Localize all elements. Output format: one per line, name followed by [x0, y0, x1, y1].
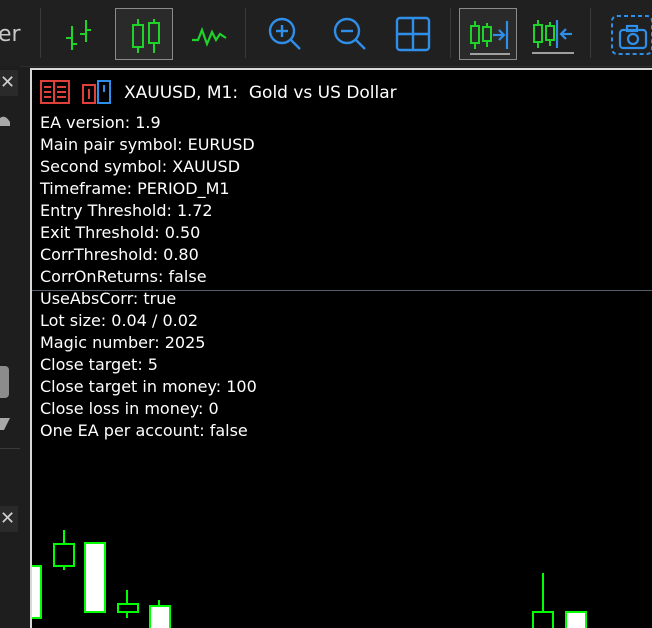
chart-shift-icon	[532, 20, 574, 54]
price-candles	[32, 530, 587, 628]
panel-divider	[0, 448, 20, 449]
candle	[532, 611, 554, 628]
chart-toolbar: er	[0, 0, 652, 67]
candle	[149, 605, 171, 628]
toolbar-separator	[450, 8, 451, 58]
close-panel-button[interactable]: ✕	[0, 506, 18, 532]
auto-scroll-icon	[470, 21, 510, 55]
scroll-up-icon[interactable]	[0, 114, 14, 128]
candlestick-chart-button[interactable]	[115, 8, 173, 60]
zoom-in-button[interactable]	[255, 8, 313, 60]
candle	[117, 603, 139, 613]
screenshot-button[interactable]	[600, 8, 652, 60]
close-panel-button[interactable]: ✕	[0, 70, 18, 96]
close-icon: ✕	[0, 72, 16, 93]
candle	[53, 543, 75, 567]
toolbar-cut-label: er	[0, 22, 21, 47]
line-chart-button[interactable]	[180, 8, 238, 60]
chart-window[interactable]: XAUUSD, M1: Gold vs US Dollar EA version…	[30, 68, 652, 628]
tile-windows-icon	[395, 16, 431, 52]
side-panel: ✕ ✕	[0, 66, 20, 628]
bar-chart-button[interactable]	[52, 8, 110, 60]
candle	[565, 611, 587, 628]
zoom-out-button[interactable]	[320, 8, 378, 60]
zoom-out-icon	[333, 17, 366, 50]
screenshot-icon	[611, 15, 652, 55]
candle	[84, 542, 106, 613]
scroll-down-icon[interactable]	[0, 418, 14, 432]
zoom-in-icon	[268, 17, 301, 50]
bar-chart-icon	[66, 20, 91, 50]
close-icon: ✕	[0, 508, 16, 529]
scrollbar-thumb[interactable]	[0, 366, 9, 398]
candle	[32, 565, 42, 619]
candlestick-chart-icon	[132, 19, 160, 53]
chart-shift-button[interactable]	[524, 8, 582, 60]
toolbar-separator	[245, 8, 246, 58]
tile-windows-button[interactable]	[384, 8, 442, 60]
toolbar-separator	[40, 8, 41, 58]
toolbar-separator	[590, 8, 591, 58]
line-chart-icon	[192, 26, 227, 48]
auto-scroll-button[interactable]	[459, 8, 517, 60]
